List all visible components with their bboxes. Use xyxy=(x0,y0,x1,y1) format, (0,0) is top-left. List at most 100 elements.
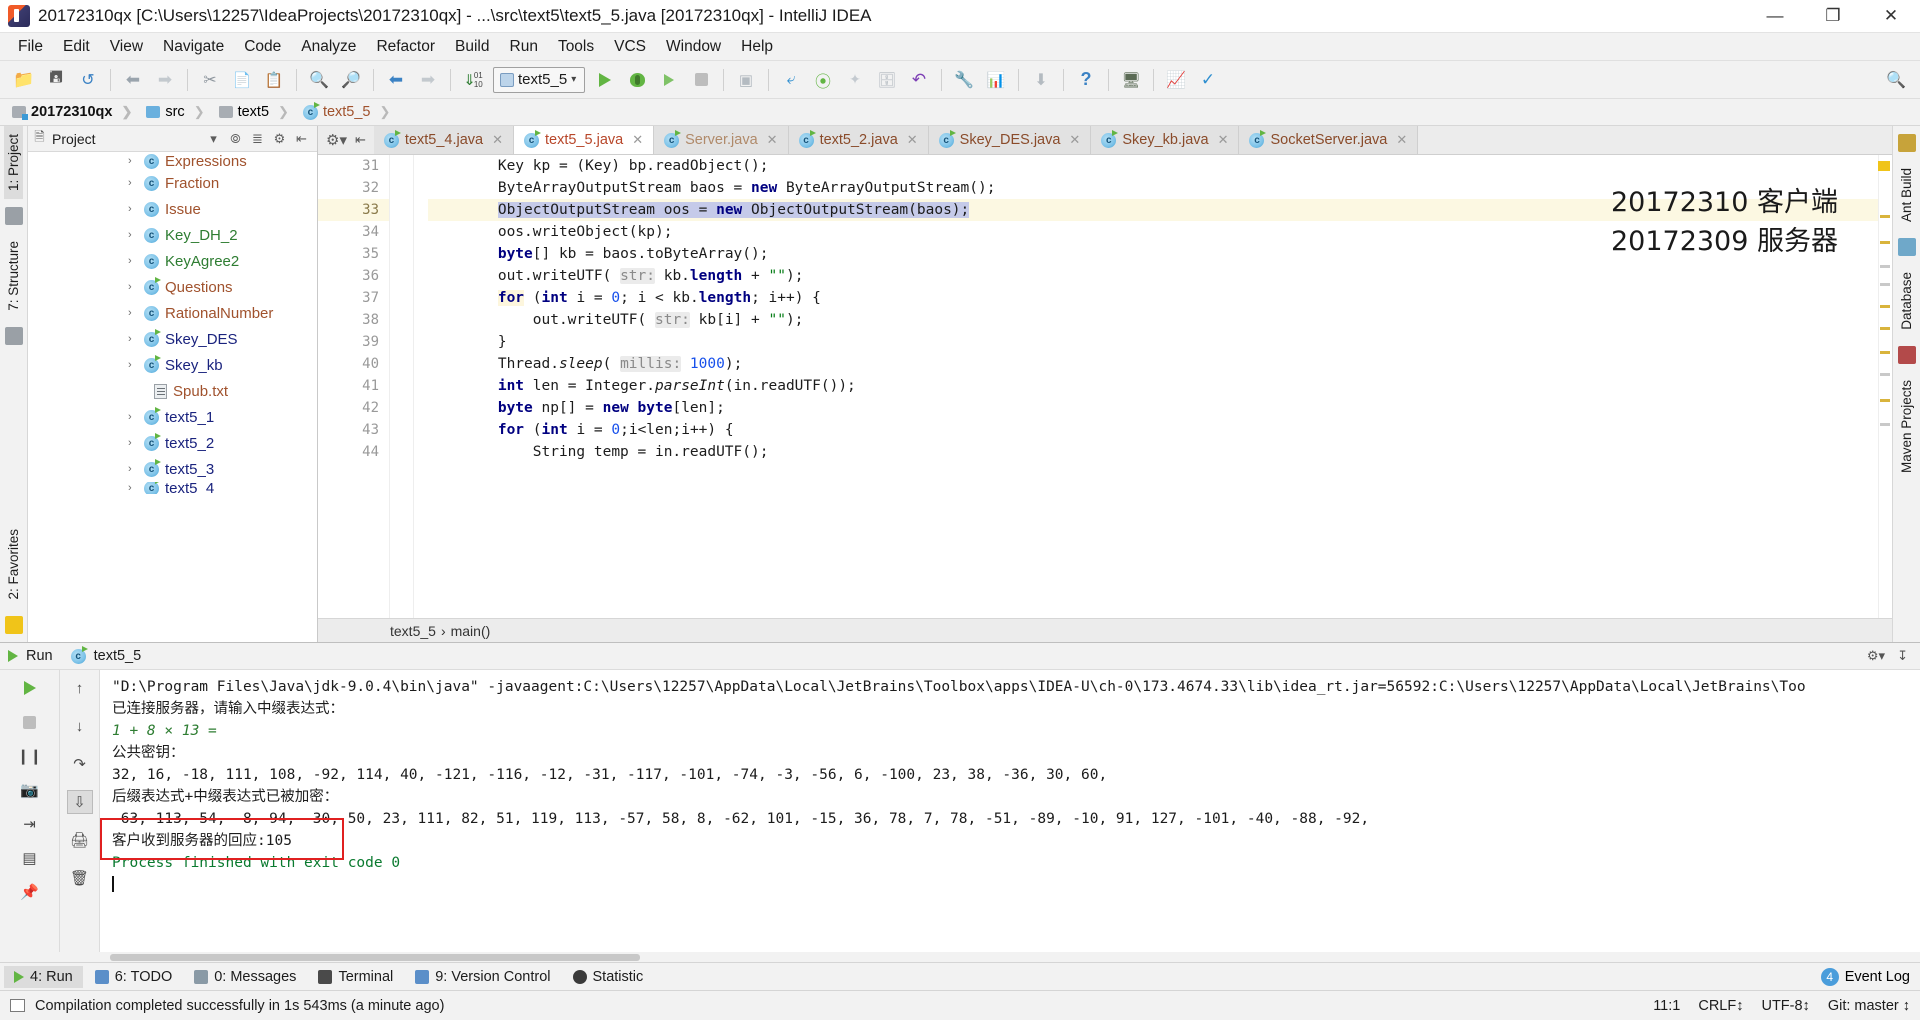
tab-text5-2-java[interactable]: c text5_2.java ✕ xyxy=(788,126,929,154)
editor-breadcrumb[interactable]: text5_5 › main() xyxy=(318,618,1892,642)
download-icon[interactable]: ⬇ xyxy=(1025,65,1057,95)
tree-item-text5-1[interactable]: › c text5_1 xyxy=(28,404,317,430)
redo-icon[interactable]: ➡ xyxy=(149,65,181,95)
tool-button-messages[interactable]: 0: Messages xyxy=(184,966,306,988)
close-icon[interactable]: ✕ xyxy=(1069,132,1080,148)
run-with-coverage-button[interactable] xyxy=(653,65,685,95)
breadcrumb-method-name[interactable]: main() xyxy=(451,623,491,639)
error-stripe-markers[interactable] xyxy=(1878,155,1892,618)
locate-target-icon[interactable]: ⦾ xyxy=(228,131,243,146)
run-configuration-selector[interactable]: text5_5 ▾ xyxy=(493,66,585,93)
breadcrumb-class-name[interactable]: text5_5 xyxy=(390,623,436,639)
expand-arrow-icon[interactable]: › xyxy=(128,203,138,215)
structure-strip-icon[interactable] xyxy=(4,326,23,345)
hide-panel-icon[interactable]: ↧ xyxy=(1897,648,1908,664)
pause-button[interactable]: ❙❙ xyxy=(17,744,43,768)
tab-server-java[interactable]: c Server.java ✕ xyxy=(654,126,789,154)
tree-item-expressions[interactable]: › c Expressions xyxy=(28,152,317,170)
tab-text5-4-java[interactable]: c text5_4.java ✕ xyxy=(373,126,514,154)
sidebar-item-favorites[interactable]: 2: Favorites xyxy=(4,521,23,608)
close-icon[interactable]: ✕ xyxy=(1218,132,1229,148)
save-all-icon[interactable]: 🖪 xyxy=(40,65,72,95)
expand-arrow-icon[interactable]: › xyxy=(128,307,138,319)
close-icon[interactable]: ✕ xyxy=(632,132,643,148)
collapse-all-icon[interactable]: ≣ xyxy=(250,131,265,146)
gear-icon[interactable]: ⚙ xyxy=(272,131,287,146)
tab-skey-kb-java[interactable]: c Skey_kb.java ✕ xyxy=(1091,126,1240,154)
hide-tabs-icon[interactable]: ⇤ xyxy=(355,132,366,148)
tree-item-text5-3[interactable]: › c text5_3 xyxy=(28,456,317,482)
tab-socketserver-java[interactable]: c SocketServer.java ✕ xyxy=(1239,126,1419,154)
close-icon[interactable]: ✕ xyxy=(492,132,503,148)
tool-button-terminal[interactable]: Terminal xyxy=(308,966,403,988)
replace-icon[interactable]: 🔎 xyxy=(335,65,367,95)
menu-vcs[interactable]: VCS xyxy=(604,35,656,59)
scroll-up-button[interactable]: ↑ xyxy=(67,676,93,700)
tree-item-keyagree2[interactable]: › c KeyAgree2 xyxy=(28,248,317,274)
clear-all-button[interactable]: 🗑 xyxy=(67,866,93,890)
expand-arrow-icon[interactable]: › xyxy=(128,333,138,345)
breadcrumb-package[interactable]: text5 ❯ xyxy=(213,102,297,122)
tree-item-key-dh-2[interactable]: › c Key_DH_2 xyxy=(28,222,317,248)
gear-icon[interactable]: ⚙▾ xyxy=(1867,648,1885,664)
tool-button-version-control[interactable]: 9: Version Control xyxy=(405,966,560,988)
tab-text5-5-java[interactable]: c text5_5.java ✕ xyxy=(514,126,655,154)
dump-threads-button[interactable]: ⇥ xyxy=(17,812,43,836)
expand-arrow-icon[interactable]: › xyxy=(128,177,138,189)
open-folder-icon[interactable]: 📁 xyxy=(8,65,40,95)
expand-arrow-icon[interactable]: › xyxy=(128,463,138,475)
code-editor[interactable]: 31 32 33 34 35 36 37 38 39 40 41 42 43 4… xyxy=(318,155,1892,618)
tree-item-text5-2[interactable]: › c text5_2 xyxy=(28,430,317,456)
code-text[interactable]: Key kp = (Key) bp.readObject(); ByteArra… xyxy=(414,155,1878,618)
menu-file[interactable]: File xyxy=(8,35,53,59)
menu-refactor[interactable]: Refactor xyxy=(366,35,445,59)
update-project-icon[interactable]: ⤶ xyxy=(775,65,807,95)
breadcrumb-class[interactable]: c text5_5 ❯ xyxy=(297,101,398,122)
ant-build-icon[interactable] xyxy=(1897,134,1916,152)
minimize-button[interactable]: — xyxy=(1746,0,1804,33)
hide-panel-icon[interactable]: ⇤ xyxy=(294,131,309,146)
menu-window[interactable]: Window xyxy=(656,35,731,59)
expand-arrow-icon[interactable]: › xyxy=(128,411,138,423)
close-icon[interactable]: ✕ xyxy=(907,132,918,148)
close-button[interactable]: ✕ xyxy=(1862,0,1920,33)
menu-analyze[interactable]: Analyze xyxy=(291,35,366,59)
tree-item-skey-kb[interactable]: › c Skey_kb xyxy=(28,352,317,378)
search-everywhere-icon[interactable]: 🔍 xyxy=(1880,65,1912,95)
expand-arrow-icon[interactable]: › xyxy=(128,229,138,241)
menu-help[interactable]: Help xyxy=(731,35,783,59)
tab-gear-icon[interactable]: ⚙▾ xyxy=(326,131,347,149)
file-encoding[interactable]: UTF-8↕ xyxy=(1761,998,1809,1014)
help-icon[interactable]: ? xyxy=(1070,65,1102,95)
expand-arrow-icon[interactable]: › xyxy=(128,437,138,449)
sidebar-item-database[interactable]: Database xyxy=(1897,264,1916,338)
debug-button[interactable] xyxy=(621,65,653,95)
sidebar-item-structure[interactable]: 7: Structure xyxy=(4,233,23,319)
maven-icon[interactable] xyxy=(1897,345,1916,364)
close-icon[interactable]: ✕ xyxy=(767,132,778,148)
tree-item-text5-4[interactable]: › c text5_4 xyxy=(28,482,317,494)
menu-tools[interactable]: Tools xyxy=(548,35,604,59)
code-folding-column[interactable] xyxy=(390,155,414,618)
synchronize-icon[interactable]: ↺ xyxy=(72,65,104,95)
sidebar-item-ant-build[interactable]: Ant Build xyxy=(1897,160,1916,230)
breadcrumb-project[interactable]: 20172310qx ❯ xyxy=(6,102,140,122)
tree-item-issue[interactable]: › c Issue xyxy=(28,196,317,222)
tool-button-run[interactable]: 4: Run xyxy=(4,965,83,988)
database-icon[interactable] xyxy=(1897,238,1916,257)
revert-icon[interactable]: ↶ xyxy=(903,65,935,95)
navigate-back-icon[interactable]: ⬅ xyxy=(380,65,412,95)
navigate-forward-icon[interactable]: ➡ xyxy=(412,65,444,95)
scroll-down-button[interactable]: ↓ xyxy=(67,714,93,738)
sidebar-item-project[interactable]: 1: Project xyxy=(4,126,23,200)
expand-arrow-icon[interactable]: › xyxy=(128,359,138,371)
expand-arrow-icon[interactable]: › xyxy=(128,482,138,494)
project-structure-icon[interactable]: 📊 xyxy=(980,65,1012,95)
sdk-icon[interactable]: 🖥 xyxy=(1115,65,1147,95)
vcs-operations-icon[interactable]: 🗄 xyxy=(871,65,903,95)
run-button[interactable] xyxy=(589,65,621,95)
menu-edit[interactable]: Edit xyxy=(53,35,100,59)
scroll-to-end-button[interactable]: ⇩ xyxy=(66,790,93,814)
event-log-label[interactable]: Event Log xyxy=(1845,969,1910,985)
undo-icon[interactable]: ⬅ xyxy=(117,65,149,95)
